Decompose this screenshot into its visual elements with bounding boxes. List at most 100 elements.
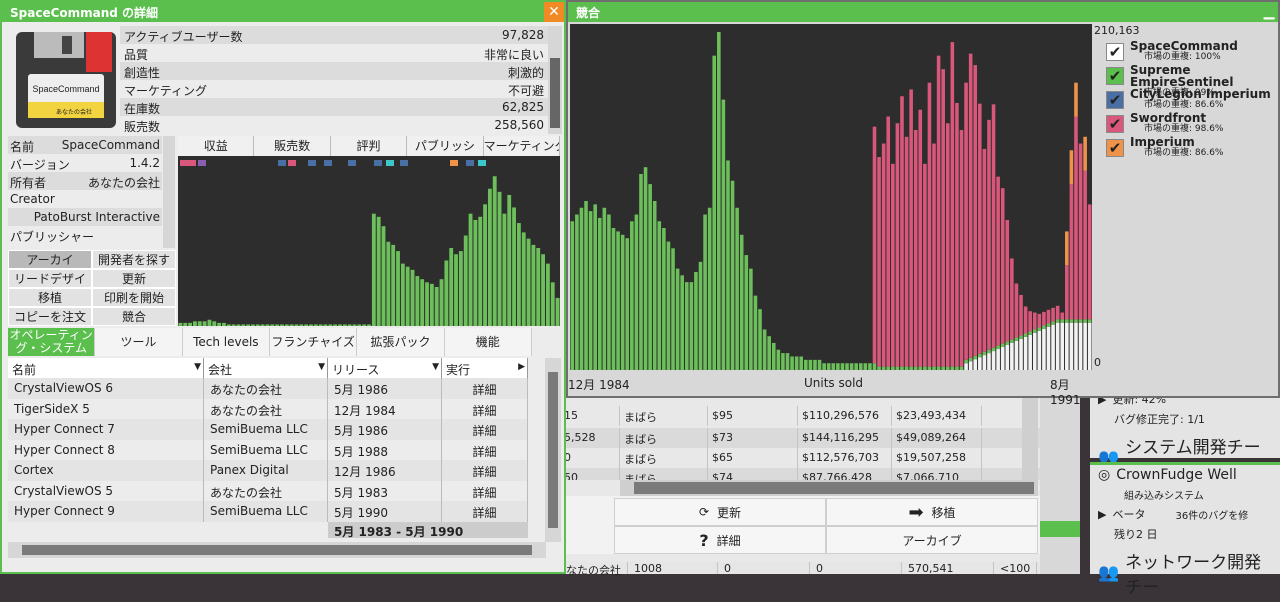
sort-icon[interactable]: ▼: [318, 362, 325, 372]
details-link[interactable]: 詳細: [442, 460, 528, 481]
update-button[interactable]: ⟳ 更新: [614, 498, 826, 526]
x-axis-end: 8月 1991: [1050, 378, 1081, 407]
update-button[interactable]: 更新: [92, 269, 176, 288]
details-link[interactable]: 詳細: [442, 439, 528, 460]
column-header-name[interactable]: 名前 ▼: [8, 358, 204, 378]
chart-tabs: 収益 販売数 評判 パブリッシ マーケティング: [178, 136, 561, 156]
close-button[interactable]: ✕: [544, 2, 564, 22]
port-button[interactable]: ➡ 移植: [826, 498, 1038, 526]
scroll-thumb[interactable]: [550, 58, 560, 128]
bar-spacecommand: [987, 353, 991, 370]
competition-button[interactable]: 競合: [92, 307, 176, 326]
legend-marker: [478, 160, 486, 166]
tab-tools[interactable]: ツール: [95, 328, 183, 356]
window-titlebar[interactable]: 競合 ▁: [568, 2, 1278, 22]
checkbox-icon[interactable]: ✔: [1106, 43, 1124, 61]
bar-swordfront: [987, 119, 991, 350]
team-icon: 👥: [1098, 563, 1120, 583]
scroll-thumb[interactable]: [548, 372, 558, 528]
checkbox-icon[interactable]: ✔: [1106, 91, 1124, 109]
find-developer-button[interactable]: 開発者を探す: [92, 250, 176, 269]
table-vscroll[interactable]: [545, 358, 561, 542]
minimize-button[interactable]: ▁: [1260, 2, 1278, 22]
details-link[interactable]: 詳細: [442, 398, 528, 419]
chart-bar: [202, 321, 207, 326]
legend-item[interactable]: ✔ SpaceCommand 市場の重複: 100%: [1106, 40, 1276, 64]
bar-supreme: [634, 214, 639, 370]
details-link[interactable]: 詳細: [442, 419, 528, 440]
bar-swordfront: [973, 65, 978, 356]
details-link[interactable]: 詳細: [442, 501, 528, 522]
bar-swordfront: [872, 126, 877, 364]
chart-bar: [521, 232, 526, 326]
chart-bar: [231, 324, 236, 326]
info-scrollbar[interactable]: [163, 136, 175, 248]
bar-swordfront: [1028, 311, 1032, 332]
legend-item[interactable]: ✔ Imperium 市場の重複: 86.6%: [1106, 136, 1276, 160]
lead-design-button[interactable]: リードデザイ: [8, 269, 92, 288]
bar-supreme: [616, 231, 620, 370]
tab-operating-system[interactable]: オペレーティング・システム: [8, 328, 96, 356]
chart-bar: [294, 324, 299, 326]
scroll-thumb[interactable]: [634, 482, 1034, 494]
port-button[interactable]: 移植: [8, 288, 92, 307]
details-link[interactable]: 詳細: [442, 480, 528, 501]
chart-bar: [507, 194, 512, 326]
disk-owner: あなたの会社: [56, 108, 92, 116]
tab-features[interactable]: 機能: [444, 328, 532, 356]
bar-supreme: [1078, 319, 1083, 323]
tab-publishing[interactable]: パブリッシ: [407, 136, 484, 156]
column-header-release[interactable]: リリース ▼: [328, 358, 442, 378]
archive-button[interactable]: アーカイ: [8, 250, 92, 269]
column-header-company[interactable]: 会社 ▼: [204, 358, 328, 378]
tab-marketing[interactable]: マーケティング: [483, 136, 561, 156]
legend-item[interactable]: ✔ Supreme EmpireSentinel 市場の重複: 99%: [1106, 64, 1276, 98]
background-vscroll[interactable]: [1022, 392, 1038, 482]
legend-marker: [198, 160, 206, 166]
details-button[interactable]: ? 詳細: [614, 526, 826, 554]
checkbox-icon[interactable]: ✔: [1106, 115, 1124, 133]
scroll-thumb[interactable]: [22, 545, 532, 555]
bar-spacecommand: [1065, 322, 1069, 370]
question-icon: ?: [699, 530, 709, 550]
bar-spacecommand: [1074, 322, 1078, 370]
tab-expansion-pack[interactable]: 拡張パック: [357, 328, 445, 356]
stats-scrollbar[interactable]: [548, 26, 562, 134]
bar-supreme: [684, 282, 689, 370]
bar-supreme: [584, 201, 588, 370]
details-link[interactable]: 詳細: [442, 378, 528, 399]
sort-icon[interactable]: ▶: [518, 362, 525, 372]
chart-bar: [492, 176, 497, 326]
chart-bar: [434, 287, 439, 326]
tab-reputation[interactable]: 評判: [330, 136, 408, 156]
bar-swordfront: [895, 123, 900, 367]
bar-spacecommand: [1078, 322, 1083, 370]
chart-bar: [226, 324, 231, 326]
bar-spacecommand: [973, 359, 978, 370]
order-copies-button[interactable]: コピーを注文: [8, 307, 92, 326]
column-header-action[interactable]: 実行 ▶: [442, 358, 528, 378]
checkbox-icon[interactable]: ✔: [1106, 139, 1124, 157]
tab-franchise[interactable]: フランチャイズ: [269, 328, 358, 356]
legend-item[interactable]: ✔ Swordfront 市場の重複: 98.6%: [1106, 112, 1276, 136]
window-titlebar[interactable]: SpaceCommand の詳細 ✕: [2, 2, 564, 22]
sort-icon[interactable]: ▼: [432, 362, 439, 372]
bar-swordfront: [982, 148, 987, 352]
background-hscroll[interactable]: [620, 480, 1038, 496]
start-printing-button[interactable]: 印刷を開始: [92, 288, 176, 307]
checkbox-icon[interactable]: ✔: [1106, 67, 1124, 85]
bar-spacecommand: [978, 357, 982, 370]
tab-tech-levels[interactable]: Tech levels: [182, 328, 270, 356]
archive-button[interactable]: アーカイブ: [826, 526, 1038, 554]
tab-revenue[interactable]: 収益: [178, 136, 255, 156]
bar-spacecommand: [982, 355, 987, 370]
legend-item[interactable]: ✔ CityLegion Imperium 市場の重複: 86.6%: [1106, 88, 1276, 112]
tab-sales[interactable]: 販売数: [254, 136, 331, 156]
table-hscroll[interactable]: [8, 542, 546, 558]
bar-supreme: [964, 359, 968, 364]
sort-icon[interactable]: ▼: [194, 362, 201, 372]
info-list: 名前 SpaceCommand バージョン 1.4.2 所有者 あなたの会社 Crea…: [8, 136, 162, 244]
team-panel-network[interactable]: ◎ CrownFudge Well 組み込みシステム ▶ ベータ 36件のバグを修 残…: [1090, 462, 1280, 598]
bar-supreme: [689, 282, 694, 370]
side-button[interactable]: [1040, 521, 1080, 537]
